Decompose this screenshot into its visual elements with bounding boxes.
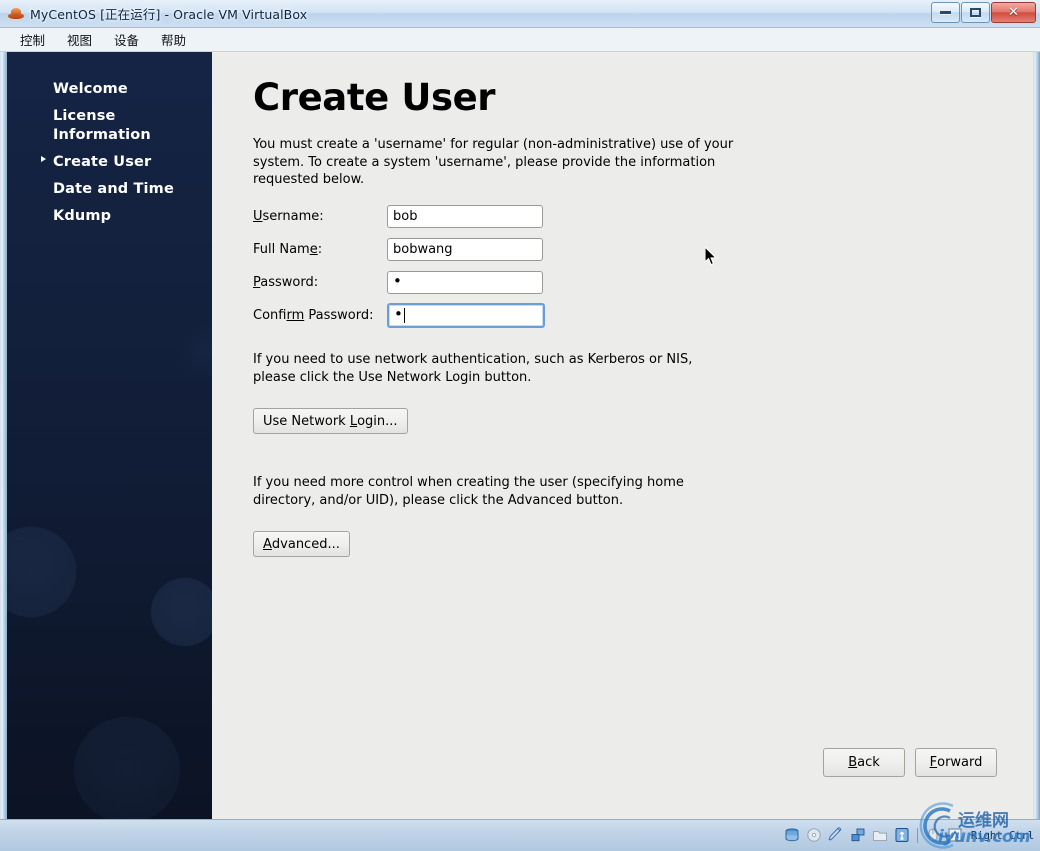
sidebar-item-label: Create User bbox=[53, 153, 152, 170]
guest-screen[interactable]: Welcome License Information Create User … bbox=[7, 52, 1033, 819]
maximize-icon bbox=[970, 7, 981, 17]
sidebar-nav: Welcome License Information Create User … bbox=[7, 78, 212, 233]
mnemonic: F bbox=[929, 755, 938, 770]
mnemonic: U bbox=[253, 209, 263, 224]
mnemonic: rm bbox=[286, 308, 305, 323]
minimize-button[interactable] bbox=[931, 1, 960, 23]
mnemonic: A bbox=[263, 536, 272, 552]
mnemonic: B bbox=[848, 755, 858, 770]
optical-disk-icon[interactable] bbox=[806, 827, 822, 843]
form-row-username: Username: bob bbox=[253, 200, 613, 233]
use-network-login-button[interactable]: Use Network Login... bbox=[253, 408, 408, 434]
sidebar-item-label: License Information bbox=[53, 108, 151, 143]
content-panel: Create User You must create a 'username'… bbox=[212, 52, 1033, 819]
menu-machine[interactable]: 控制 bbox=[10, 27, 55, 52]
menu-help[interactable]: 帮助 bbox=[151, 27, 196, 52]
mouse-icon[interactable] bbox=[925, 827, 941, 843]
firstboot-sidebar: Welcome License Information Create User … bbox=[7, 52, 212, 819]
active-marker-icon bbox=[41, 155, 46, 162]
password-field[interactable]: • bbox=[387, 271, 543, 294]
password-label: Password: bbox=[253, 275, 319, 290]
confirm-password-mask: • bbox=[394, 305, 403, 323]
confirm-password-label: Confirm Password: bbox=[253, 308, 374, 323]
host-key-label: Right Ctrl bbox=[970, 828, 1035, 842]
form-row-password: Password: • bbox=[253, 266, 613, 299]
maximize-button[interactable] bbox=[961, 1, 990, 23]
status-icons: Right Ctrl bbox=[781, 824, 1034, 846]
confirm-password-field[interactable]: • bbox=[387, 303, 545, 328]
form-row-confirm-password: Confirm Password: • bbox=[253, 299, 613, 332]
network-login-paragraph: If you need to use network authenticatio… bbox=[253, 352, 693, 385]
menu-devices[interactable]: 设备 bbox=[104, 27, 149, 52]
mnemonic: P bbox=[253, 275, 261, 290]
window-title-bar[interactable]: MyCentOS [正在运行] - Oracle VM VirtualBox ✕ bbox=[0, 0, 1040, 28]
username-field[interactable]: bob bbox=[387, 205, 543, 228]
menu-view[interactable]: 视图 bbox=[57, 27, 102, 52]
mnemonic: L bbox=[349, 413, 358, 429]
sidebar-item-date-and-time[interactable]: Date and Time bbox=[7, 178, 212, 200]
sidebar-item-label: Welcome bbox=[53, 81, 128, 97]
back-button[interactable]: Back bbox=[823, 748, 905, 777]
close-icon: ✕ bbox=[1008, 4, 1019, 20]
floppy-disk-icon[interactable] bbox=[828, 827, 844, 843]
sidebar-item-label: Kdump bbox=[53, 208, 112, 225]
text-caret bbox=[403, 308, 405, 323]
fullname-field[interactable]: bobwang bbox=[387, 238, 543, 261]
shared-folder-icon[interactable] bbox=[872, 827, 888, 843]
page-title: Create User bbox=[253, 76, 496, 119]
sidebar-item-kdump[interactable]: Kdump bbox=[7, 205, 212, 227]
window-controls: ✕ bbox=[930, 1, 1036, 23]
password-mask: • bbox=[393, 272, 402, 290]
network-icon[interactable] bbox=[850, 827, 866, 843]
sidebar-item-welcome[interactable]: Welcome bbox=[7, 78, 212, 100]
usb-icon[interactable] bbox=[894, 827, 910, 843]
window-title: MyCentOS [正在运行] - Oracle VM VirtualBox bbox=[30, 7, 308, 22]
form-row-fullname: Full Name: bobwang bbox=[253, 233, 613, 266]
username-label: Username: bbox=[253, 209, 324, 224]
status-divider bbox=[916, 827, 918, 843]
host-key-icon[interactable] bbox=[947, 827, 963, 843]
sidebar-item-label: Date and Time bbox=[53, 181, 174, 198]
fullname-label: Full Name: bbox=[253, 242, 323, 257]
sidebar-item-create-user[interactable]: Create User bbox=[7, 151, 212, 173]
hard-disk-icon[interactable] bbox=[784, 827, 800, 843]
menu-bar: 控制 视图 设备 帮助 bbox=[0, 28, 1040, 52]
sidebar-item-license-information[interactable]: License Information bbox=[7, 105, 212, 146]
window-right-edge bbox=[1033, 52, 1040, 819]
forward-button[interactable]: Forward bbox=[915, 748, 997, 777]
intro-paragraph: You must create a 'username' for regular… bbox=[253, 137, 734, 187]
centos-hat-icon bbox=[8, 6, 24, 22]
virtualbox-status-bar: Right Ctrl bbox=[0, 819, 1040, 851]
minimize-icon bbox=[940, 10, 951, 14]
advanced-button[interactable]: Advanced... bbox=[253, 531, 350, 557]
create-user-form: Username: bob Full Name: bobwang Passwor… bbox=[253, 200, 613, 332]
guest-screen-frame: Welcome License Information Create User … bbox=[0, 52, 1040, 819]
mnemonic: e bbox=[309, 242, 318, 257]
advanced-paragraph: If you need more control when creating t… bbox=[253, 475, 684, 508]
close-button[interactable]: ✕ bbox=[991, 1, 1036, 23]
virtualbox-window: MyCentOS [正在运行] - Oracle VM VirtualBox ✕… bbox=[0, 0, 1040, 851]
